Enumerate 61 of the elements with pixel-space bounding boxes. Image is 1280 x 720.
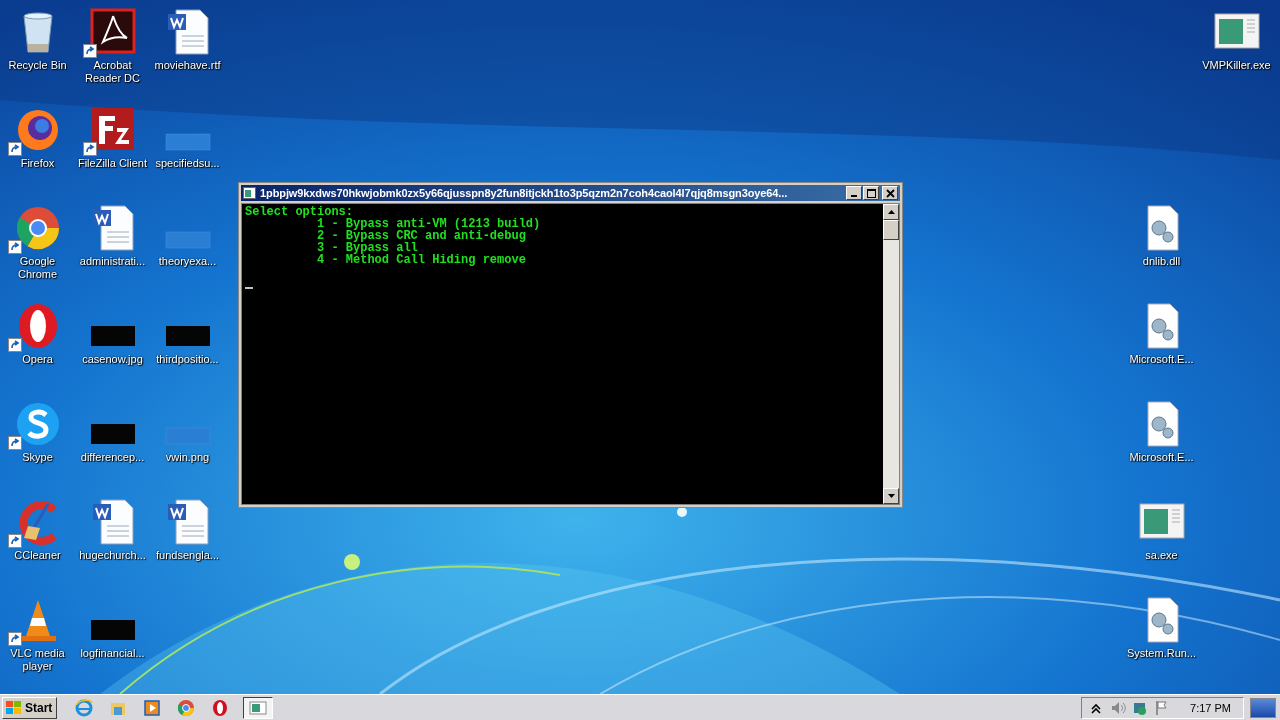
shortcut-arrow-icon [82,142,97,156]
desktop-icon-label[interactable]: vwin.png [150,451,225,464]
desktop-icon-label[interactable]: casenow.jpg [75,353,150,366]
desktop-icon-label[interactable]: Skype [0,451,75,464]
desktop-icon-label[interactable]: sa.exe [1124,549,1199,562]
desktop-icon-label[interactable]: Recycle Bin [0,59,75,72]
console-icon [243,187,256,199]
window-icon [249,698,268,717]
window-title: 1pbpjw9kxdws70hkwjobmk0zx5y66qjusspn8y2fun8itjckh1to3p5qzm2n7coh4caol4l7qjq8msgn3oye64... [260,187,789,199]
chrome-icon [177,698,196,717]
desktop-icon-label[interactable]: thirdpositio... [150,353,225,366]
show-desktop-button[interactable] [1250,697,1276,718]
desktop-icon-label[interactable]: hugechurch... [75,549,150,562]
clock[interactable]: 7:17 PM [1190,701,1231,714]
shortcut-arrow-icon [7,142,22,156]
console-line: 1 - Bypass anti-VM (1213 build) [317,218,542,230]
desktop-icon-label[interactable]: VLC media player [0,647,75,673]
shortcut-arrow-icon [7,436,22,450]
scroll-thumb[interactable] [883,220,899,240]
desktop-icon-label[interactable]: Microsoft.E... [1124,353,1199,366]
maximize-button[interactable] [863,186,879,200]
desktop-icon-label[interactable]: FileZilla Client [75,157,150,170]
desktop-icon-label[interactable]: System.Run... [1124,647,1199,660]
minimize-button[interactable] [846,186,862,200]
desktop-icon-label[interactable]: moviehave.rtf [150,59,225,72]
desktop-icon-label[interactable]: VMPKiller.exe [1199,59,1274,72]
console-line: Select options: [245,206,354,218]
desktop-icon-label[interactable]: Firefox [0,157,75,170]
browser-icon [75,698,94,717]
shortcut-arrow-icon [7,632,22,646]
up-arrow-icon[interactable] [887,210,895,214]
shortcut-arrow-icon [7,534,22,548]
console-line: 4 - Method Call Hiding remove [316,254,527,266]
desktop-icon-label[interactable]: Acrobat Reader DC [75,59,150,85]
shortcut-arrow-icon [82,44,97,58]
desktop-icon-label[interactable]: specifiedsu... [150,157,225,170]
console-line: 3 - Bypass all [316,242,418,254]
taskbar-button[interactable] [243,696,274,719]
desktop-icon-label[interactable]: administrati... [75,255,150,268]
desktop-icon-label[interactable]: theoryexa... [150,255,225,268]
down-arrow-icon[interactable] [887,494,895,498]
scrollbar[interactable] [883,204,899,504]
desktop-icon-label[interactable]: Google Chrome [0,255,75,281]
shortcut-arrow-icon [7,240,22,254]
opera-icon [211,698,230,717]
windows-logo-icon [5,699,23,716]
desktop-icon-label[interactable]: CCleaner [0,549,75,562]
close-icon [885,188,895,198]
desktop-icon-label[interactable]: logfinancial... [75,647,150,660]
desktop-icon-label[interactable]: Microsoft.E... [1124,451,1199,464]
desktop-icon-label[interactable]: differencep... [75,451,150,464]
desktop-icon-label[interactable]: fundsengla... [150,549,225,562]
acrobat-icon[interactable] [88,8,137,56]
shortcut-arrow-icon [7,338,22,352]
start-button[interactable]: Start [2,696,58,719]
play-icon [143,698,162,717]
close-button[interactable] [882,186,898,200]
desktop-icon-label[interactable]: Opera [0,353,75,366]
text-cursor [245,287,253,289]
console-line: 2 - Bypass CRC and anti-debug [316,230,526,242]
desktop-icon-label[interactable]: dnlib.dll [1124,255,1199,268]
